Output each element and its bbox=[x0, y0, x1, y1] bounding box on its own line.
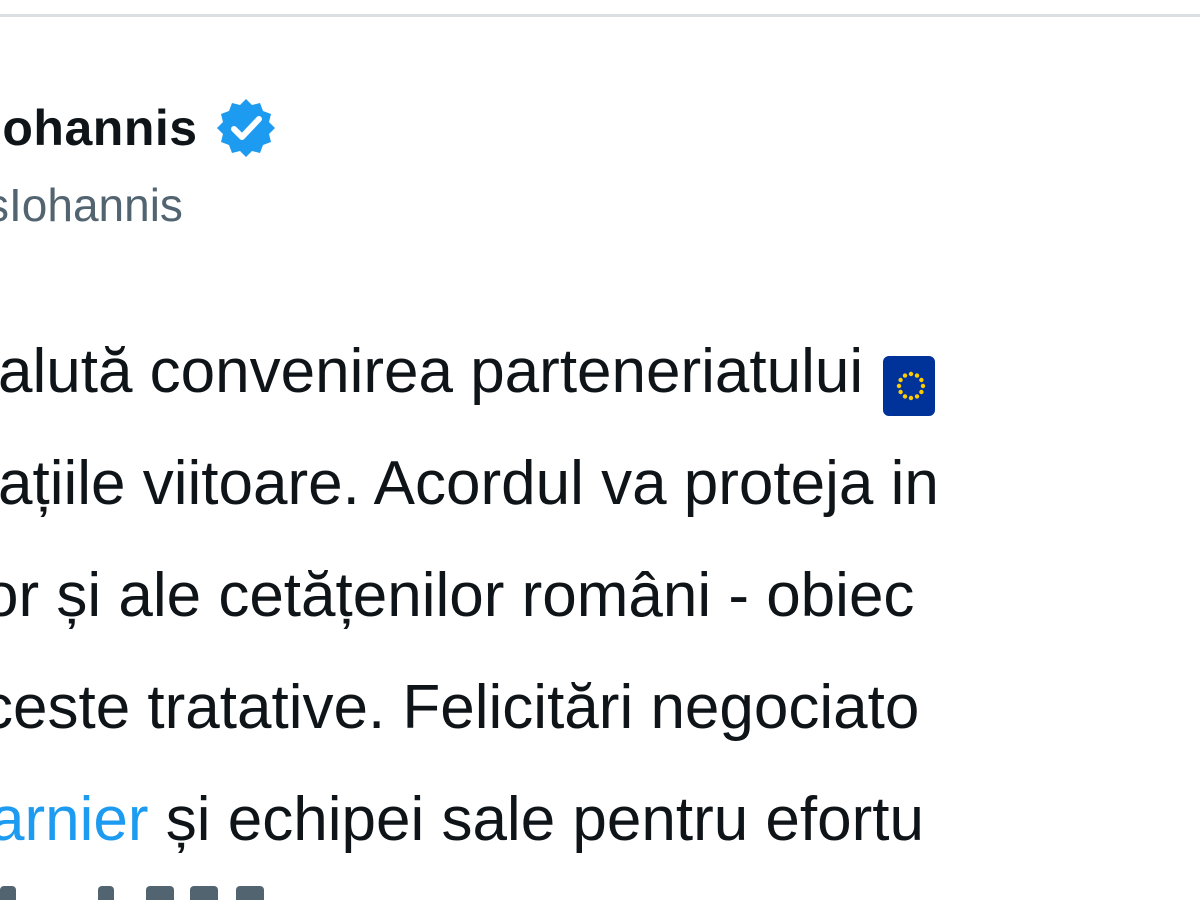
tweet-text: alută convenirea parteneriatului ațiile … bbox=[0, 316, 1200, 876]
author-name-row[interactable]: Iohannis bbox=[0, 96, 278, 160]
tweet-text-line-4: ceste tratative. Felicitări negociato bbox=[0, 673, 920, 742]
tweet-text-line-5-rest: și echipei sale pentru efortu bbox=[148, 785, 924, 854]
timestamp-glyph bbox=[0, 886, 16, 900]
tweet-text-line-5: arnier și echipei sale pentru efortu bbox=[0, 764, 1200, 876]
tweet: Iohannis sIohannis alută convenirea part… bbox=[0, 0, 1200, 900]
mention-link[interactable]: arnier bbox=[0, 785, 149, 854]
tweet-text-line: alută convenirea parteneriatului bbox=[0, 316, 1200, 428]
timestamp-glyph bbox=[236, 886, 264, 900]
tweet-text-line-3: or și ale cetățenilor români - obiec bbox=[0, 561, 915, 630]
timestamp-partial[interactable] bbox=[0, 868, 300, 900]
verified-badge-icon bbox=[214, 96, 278, 160]
eu-flag-icon bbox=[883, 340, 936, 416]
timestamp-glyph bbox=[146, 886, 174, 900]
timestamp-glyph bbox=[98, 886, 114, 900]
author-handle[interactable]: sIohannis bbox=[0, 178, 183, 232]
tweet-text-line-2: ațiile viitoare. Acordul va proteja in bbox=[0, 449, 939, 518]
author-display-name[interactable]: Iohannis bbox=[0, 99, 198, 157]
timestamp-glyph bbox=[190, 886, 218, 900]
tweet-text-line-1: alută convenirea parteneriatului bbox=[0, 337, 864, 406]
